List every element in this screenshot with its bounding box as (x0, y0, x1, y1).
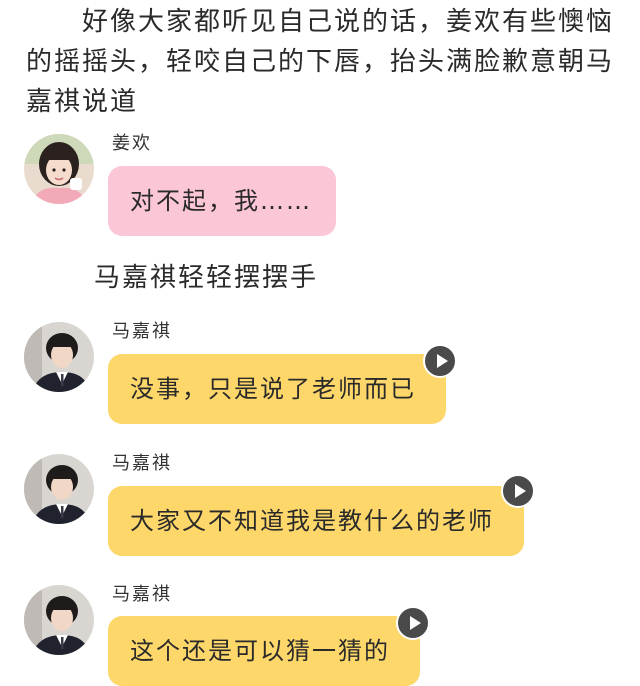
message-bubble[interactable]: 没事，只是说了老师而已 (108, 354, 446, 424)
message-bubble[interactable]: 大家又不知道我是教什么的老师 (108, 486, 524, 556)
narration-aside: 马嘉祺轻轻摆摆手 (94, 263, 319, 293)
message-bubble[interactable]: 对不起，我…… (108, 166, 336, 236)
avatar (24, 322, 94, 392)
voice-play-icon[interactable] (396, 606, 430, 640)
girl-avatar-icon (24, 134, 94, 204)
voice-play-icon[interactable] (423, 344, 457, 378)
boy-avatar-icon (24, 454, 94, 524)
narration-intro: 好像大家都听见自己说的话，姜欢有些懊恼的摇摇头，轻咬自己的下唇，抬头满脸歉意朝马… (26, 7, 615, 117)
message-bubble[interactable]: 这个还是可以猜一猜的 (108, 616, 420, 686)
sender-name: 马嘉祺 (112, 453, 172, 474)
avatar (24, 585, 94, 655)
boy-avatar-icon (24, 585, 94, 655)
voice-play-icon[interactable] (501, 474, 535, 508)
boy-avatar-icon (24, 322, 94, 392)
sender-name: 马嘉祺 (112, 321, 172, 342)
avatar (24, 454, 94, 524)
sender-name: 马嘉祺 (112, 584, 172, 605)
sender-name: 姜欢 (112, 133, 152, 154)
avatar (24, 134, 94, 204)
